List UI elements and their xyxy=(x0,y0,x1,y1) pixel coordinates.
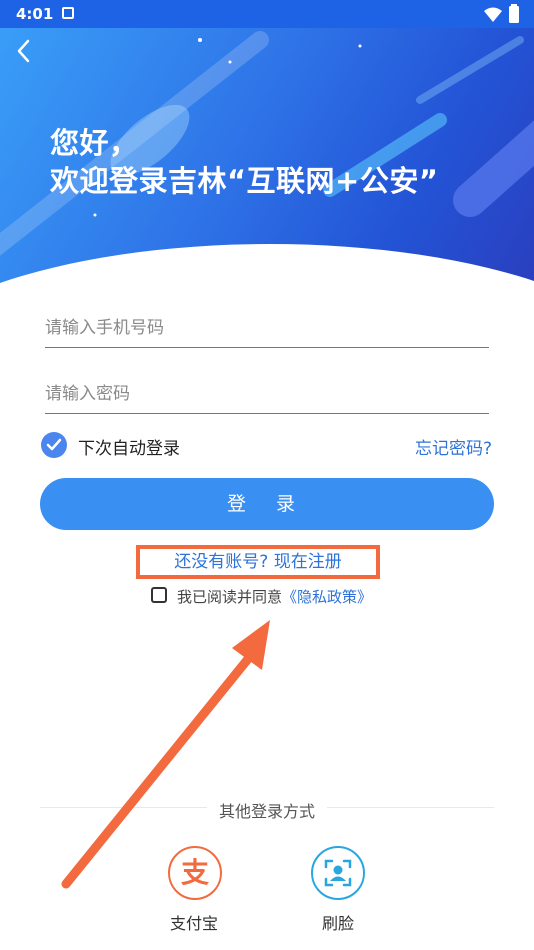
back-button[interactable] xyxy=(10,36,40,66)
auto-login-checkbox[interactable] xyxy=(41,432,67,458)
agree-text: 我已阅读并同意《隐私政策》 xyxy=(177,586,372,607)
battery-icon xyxy=(509,4,519,23)
phone-input[interactable] xyxy=(45,308,489,348)
status-icons xyxy=(483,4,520,28)
alipay-label: 支付宝 xyxy=(170,914,219,933)
welcome-line2: 欢迎登录吉林“互联网+公安” xyxy=(50,164,439,198)
welcome-title: 您好， 欢迎登录吉林“互联网+公安” xyxy=(50,124,438,200)
other-login-title: 其他登录方式 xyxy=(0,798,534,822)
check-icon xyxy=(46,438,62,451)
privacy-policy-link[interactable]: 《隐私政策》 xyxy=(282,588,372,606)
status-bar: 4:01 xyxy=(0,0,534,28)
wifi-icon xyxy=(483,7,502,22)
status-time: 4:01 xyxy=(16,5,54,23)
login-button[interactable]: 登 录 xyxy=(40,478,494,530)
face-login-button[interactable] xyxy=(311,846,365,900)
alipay-icon: 支 xyxy=(180,856,209,889)
agree-prefix: 我已阅读并同意 xyxy=(177,588,283,606)
chevron-left-icon xyxy=(17,39,30,63)
face-scan-icon xyxy=(324,859,352,887)
password-input[interactable] xyxy=(45,374,489,414)
auto-login-label: 下次自动登录 xyxy=(78,439,180,459)
register-link[interactable]: 还没有账号? 现在注册 xyxy=(136,545,380,579)
alipay-login-button[interactable]: 支 xyxy=(168,846,222,900)
face-label: 刷脸 xyxy=(322,914,355,933)
forgot-password-link[interactable]: 忘记密码? xyxy=(415,434,492,459)
notification-icon xyxy=(62,7,74,19)
hero-banner: 您好， 欢迎登录吉林“互联网+公安” xyxy=(0,0,534,290)
welcome-line1: 您好， xyxy=(50,126,139,160)
agree-checkbox[interactable] xyxy=(151,587,167,603)
